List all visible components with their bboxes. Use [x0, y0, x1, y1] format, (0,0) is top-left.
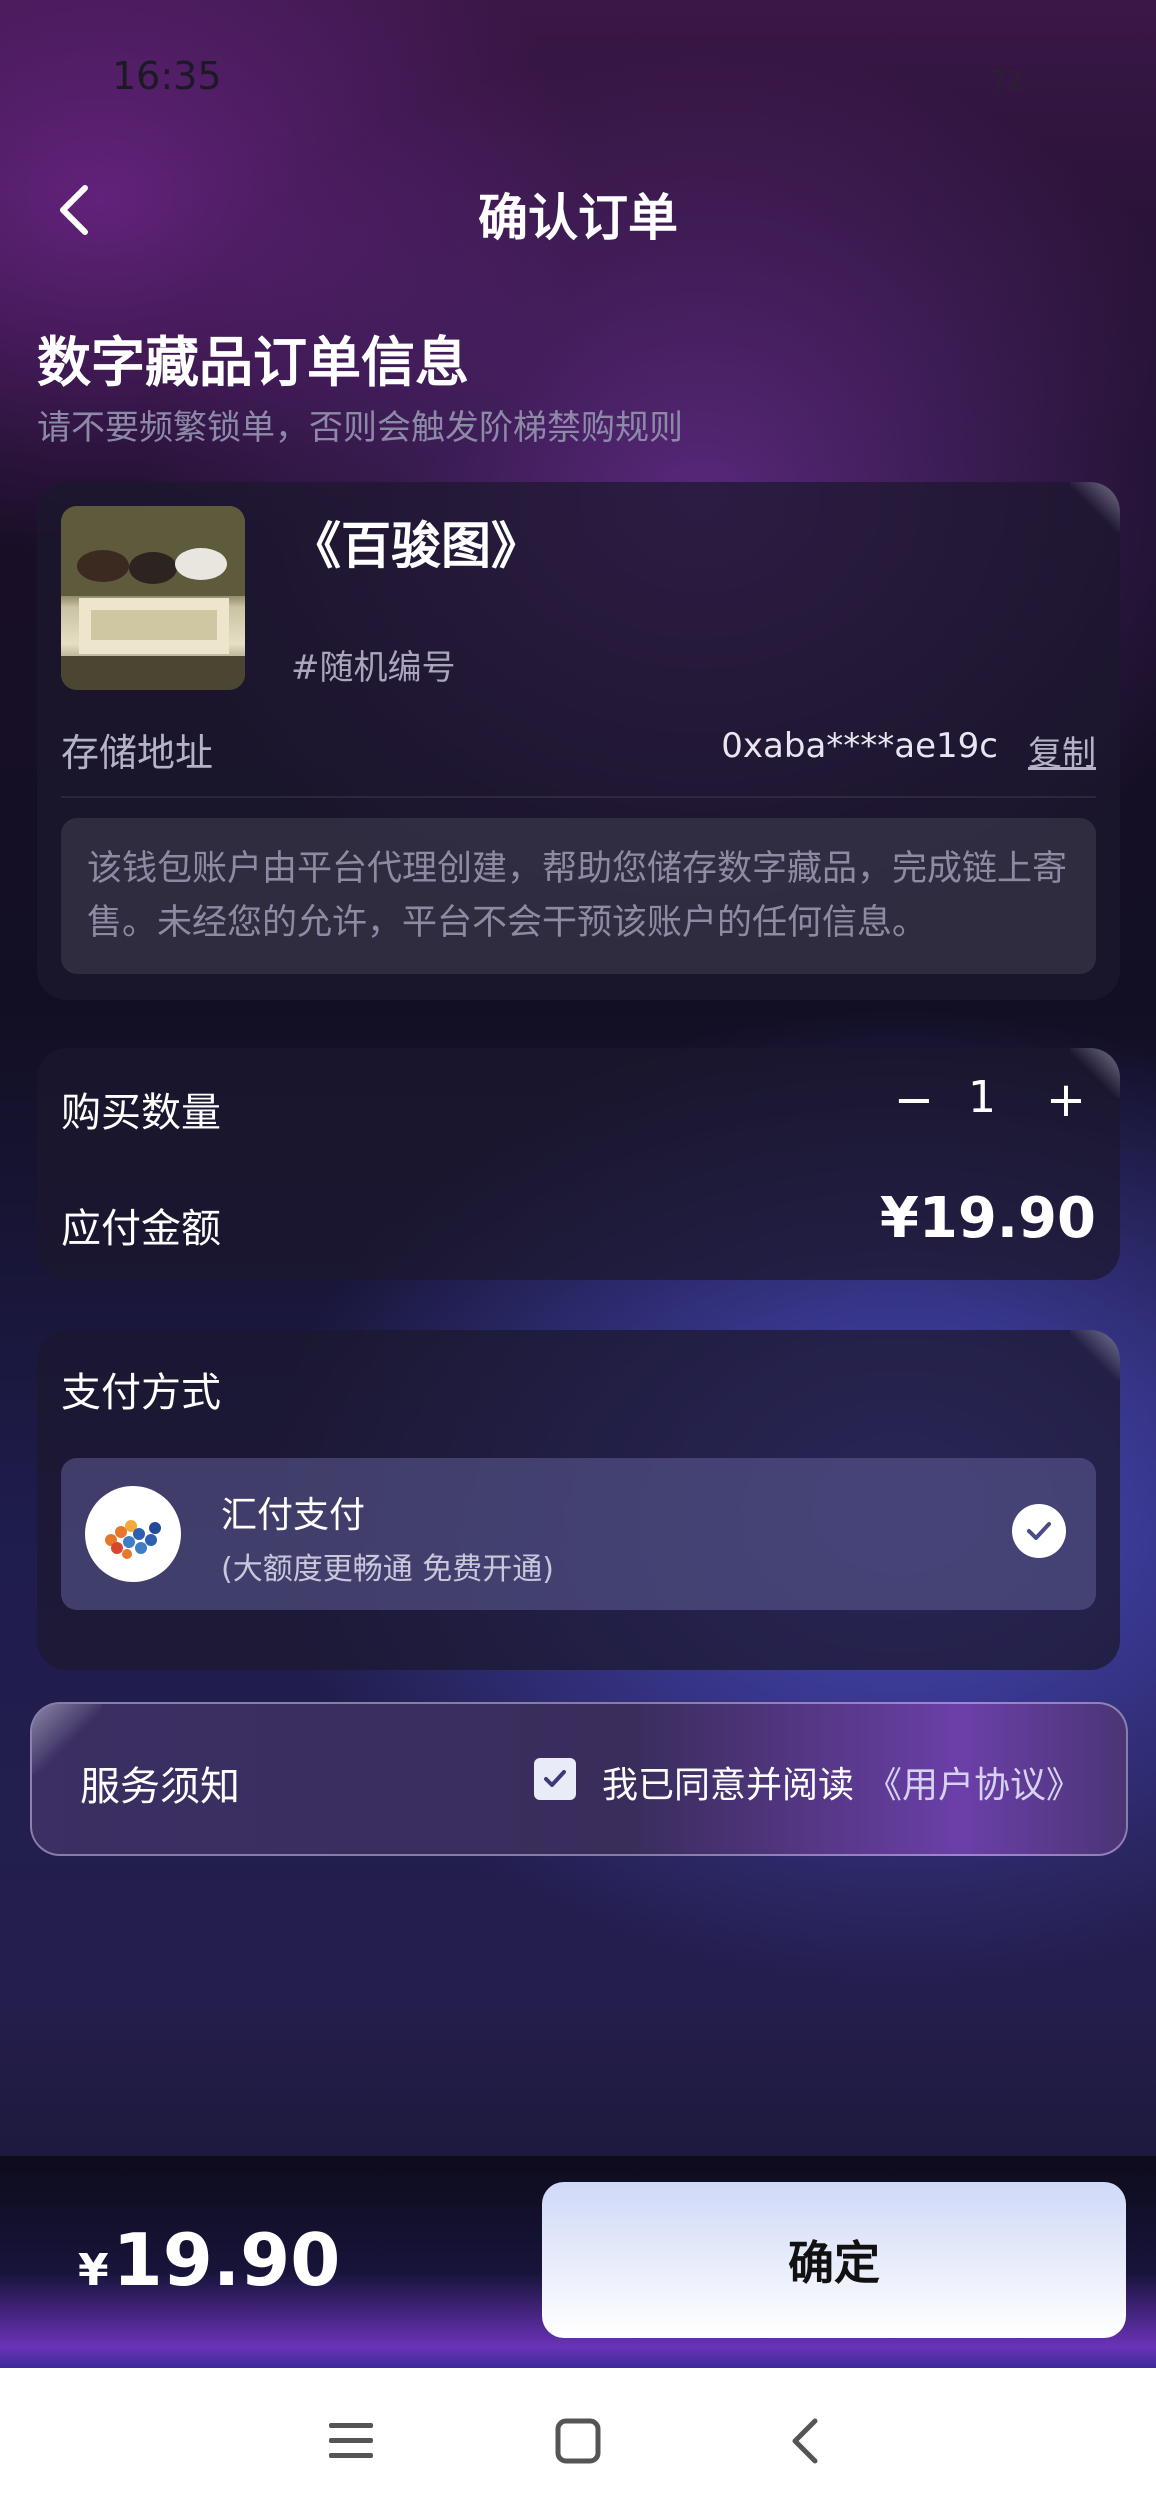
divider: [61, 796, 1096, 798]
currency-symbol: ¥: [78, 2245, 109, 2296]
nft-info-card: 《百骏图》 #随机编号 存储地址 0xaba****ae19c 复制 该钱包账户…: [37, 482, 1120, 1000]
card-corner-decoration: [1070, 1330, 1120, 1380]
payment-method-name: 汇付支付: [221, 1495, 366, 1536]
user-agreement-link[interactable]: 《用户协议》: [866, 1756, 1082, 1808]
card-corner-decoration: [1070, 482, 1120, 532]
payable-amount: ¥19.90: [879, 1186, 1096, 1251]
total-price: ¥19.90: [78, 2218, 340, 2302]
system-navigation-bar: [0, 2368, 1156, 2510]
nft-tag: #随机编号: [291, 648, 456, 688]
chevron-left-icon: [792, 2418, 818, 2464]
section-title: 数字藏品订单信息: [37, 331, 469, 394]
payment-option-huifu[interactable]: 汇付支付 (大额度更畅通 免费开通): [61, 1458, 1096, 1610]
payable-label: 应付金额: [61, 1206, 221, 1252]
nft-thumbnail: [61, 506, 245, 690]
checkbox-check-icon: [544, 1770, 566, 1787]
section-subtitle: 请不要频繁锁单，否则会触发阶梯禁购规则: [37, 408, 683, 448]
menu-button[interactable]: [316, 2406, 386, 2476]
home-square-icon: [555, 2418, 601, 2464]
agreement-text: 我已同意并阅读: [602, 1765, 855, 1806]
payment-method-card: 支付方式 汇付支付 (大额度更畅通 免费开通): [37, 1330, 1120, 1670]
agreement-checkbox[interactable]: [534, 1758, 576, 1800]
quantity-increment-button[interactable]: +: [1036, 1070, 1096, 1130]
system-back-button[interactable]: [770, 2406, 840, 2476]
status-time: 16:35: [112, 54, 222, 98]
horses-painting-icon: [61, 506, 245, 690]
quantity-card: 购买数量 − 1 + 应付金额 ¥19.90: [37, 1048, 1120, 1280]
address-label: 存储地址: [61, 731, 214, 775]
battery-indicator: 72: [990, 66, 1024, 96]
nft-name: 《百骏图》: [291, 517, 541, 575]
confirm-button[interactable]: 确定: [542, 2182, 1126, 2338]
payment-method-description: (大额度更畅通 免费开通): [221, 1552, 554, 1587]
service-notice-title: 服务须知: [80, 1764, 240, 1810]
address-value: 0xaba****ae19c: [721, 726, 998, 766]
payment-method-title: 支付方式: [61, 1370, 221, 1416]
service-notice-bar: 服务须知 我已同意并阅读 《用户协议》: [30, 1702, 1128, 1856]
copy-address-link[interactable]: 复制: [1028, 726, 1096, 775]
huifu-logo-icon: [85, 1486, 181, 1582]
payment-selected-radio[interactable]: [1012, 1504, 1066, 1558]
check-icon: [1027, 1522, 1051, 1540]
menu-icon: [329, 2423, 373, 2458]
checkout-bar: ¥19.90 确定: [0, 2156, 1156, 2368]
total-amount: 19.90: [112, 2218, 341, 2302]
wallet-notice-box: 该钱包账户由平台代理创建，帮助您储存数字藏品，完成链上寄售。未经您的允许，平台不…: [61, 818, 1096, 974]
page-title: 确认订单: [478, 189, 678, 247]
wallet-notice-text: 该钱包账户由平台代理创建，帮助您储存数字藏品，完成链上寄售。未经您的允许，平台不…: [87, 849, 1068, 943]
quantity-decrement-button[interactable]: −: [884, 1070, 944, 1130]
home-button[interactable]: [543, 2406, 613, 2476]
quantity-value: 1: [968, 1072, 996, 1123]
quantity-label: 购买数量: [61, 1090, 221, 1136]
